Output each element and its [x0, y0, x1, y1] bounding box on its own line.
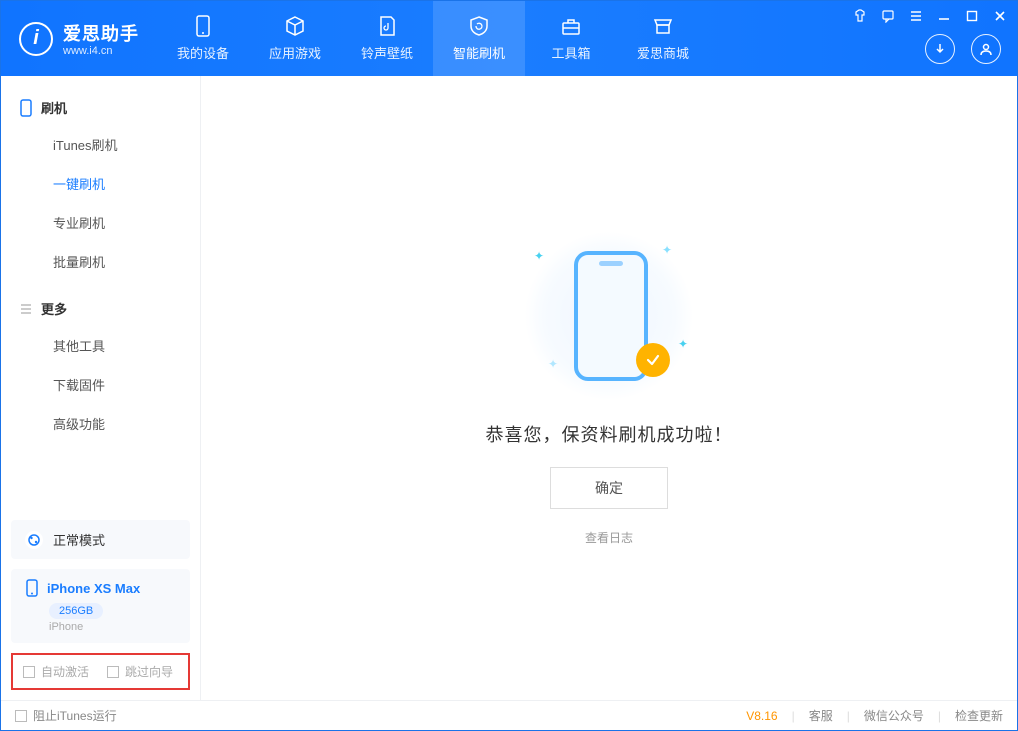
sparkle-icon: ✦	[534, 249, 544, 263]
main-nav: 我的设备 应用游戏 铃声壁纸 智能刷机 工具箱	[157, 1, 709, 76]
auto-activate-label: 自动激活	[41, 665, 89, 679]
music-file-icon	[376, 15, 398, 37]
mode-status-icon	[25, 531, 43, 549]
nav-apps-games[interactable]: 应用游戏	[249, 1, 341, 76]
view-log-link[interactable]: 查看日志	[585, 529, 633, 546]
app-name: 爱思助手	[63, 20, 139, 46]
device-phone-icon	[25, 579, 39, 597]
skin-icon[interactable]	[851, 7, 869, 25]
nav-label: 工具箱	[551, 43, 590, 62]
success-illustration: ✦ ✦ ✦ ✦	[524, 231, 694, 401]
sparkle-icon: ✦	[548, 357, 558, 371]
block-itunes-label: 阻止iTunes运行	[33, 709, 117, 723]
sidebar-item-download-firmware[interactable]: 下载固件	[1, 365, 200, 404]
wechat-link[interactable]: 微信公众号	[864, 707, 924, 724]
toolbox-icon	[560, 15, 582, 37]
device-type: iPhone	[49, 621, 176, 633]
nav-ringtones[interactable]: 铃声壁纸	[341, 1, 433, 76]
sparkle-icon: ✦	[662, 243, 672, 257]
device-name: iPhone XS Max	[47, 581, 140, 596]
feedback-icon[interactable]	[879, 7, 897, 25]
header-actions	[925, 34, 1001, 64]
support-link[interactable]: 客服	[809, 707, 833, 724]
nav-label: 智能刷机	[453, 43, 505, 62]
device-card[interactable]: iPhone XS Max 256GB iPhone	[11, 569, 190, 643]
download-button[interactable]	[925, 34, 955, 64]
auto-activate-checkbox[interactable]: 自动激活	[23, 663, 89, 680]
block-itunes-checkbox[interactable]: 阻止iTunes运行	[15, 707, 117, 724]
sidebar-item-oneclick-flash[interactable]: 一键刷机	[1, 164, 200, 203]
sidebar-item-itunes-flash[interactable]: iTunes刷机	[1, 125, 200, 164]
sidebar-group-flash: 刷机	[1, 90, 200, 125]
skip-guide-label: 跳过向导	[125, 665, 173, 679]
shield-refresh-icon	[468, 15, 490, 37]
nav-label: 铃声壁纸	[361, 43, 413, 62]
sidebar-item-batch-flash[interactable]: 批量刷机	[1, 242, 200, 281]
sidebar: 刷机 iTunes刷机 一键刷机 专业刷机 批量刷机 更多 其他工具 下载固件 …	[1, 76, 201, 700]
checkbox-icon	[15, 710, 27, 722]
flash-options-highlighted: 自动激活 跳过向导	[11, 653, 190, 690]
mode-label: 正常模式	[53, 530, 105, 549]
mode-card: 正常模式	[11, 520, 190, 559]
version-label: V8.16	[746, 709, 777, 723]
check-badge-icon	[636, 343, 670, 377]
nav-label: 应用游戏	[269, 43, 321, 62]
cube-icon	[284, 15, 306, 37]
window-controls	[851, 7, 1009, 25]
nav-smart-flash[interactable]: 智能刷机	[433, 1, 525, 76]
main-content: ✦ ✦ ✦ ✦ 恭喜您，保资料刷机成功啦！ 确定 查看日志	[201, 76, 1017, 700]
minimize-button[interactable]	[935, 7, 953, 25]
nav-toolbox[interactable]: 工具箱	[525, 1, 617, 76]
device-icon	[192, 15, 214, 37]
nav-label: 我的设备	[177, 43, 229, 62]
sidebar-item-advanced[interactable]: 高级功能	[1, 404, 200, 443]
app-url: www.i4.cn	[63, 46, 139, 57]
sidebar-item-other-tools[interactable]: 其他工具	[1, 326, 200, 365]
sidebar-item-pro-flash[interactable]: 专业刷机	[1, 203, 200, 242]
ok-button[interactable]: 确定	[550, 467, 668, 509]
sidebar-group-label: 更多	[41, 299, 67, 318]
list-icon	[19, 302, 33, 316]
user-button[interactable]	[971, 34, 1001, 64]
skip-guide-checkbox[interactable]: 跳过向导	[107, 663, 173, 680]
logo-mark-icon: i	[19, 22, 53, 56]
device-capacity-badge: 256GB	[49, 603, 103, 619]
logo: i 爱思助手 www.i4.cn	[1, 1, 157, 76]
phone-icon	[19, 99, 33, 117]
sparkle-icon: ✦	[678, 337, 688, 351]
checkbox-icon	[23, 666, 35, 678]
nav-store[interactable]: 爱思商城	[617, 1, 709, 76]
close-button[interactable]	[991, 7, 1009, 25]
sidebar-group-more: 更多	[1, 291, 200, 326]
nav-label: 爱思商城	[637, 43, 689, 62]
store-icon	[652, 15, 674, 37]
success-message: 恭喜您，保资料刷机成功啦！	[486, 421, 733, 447]
menu-icon[interactable]	[907, 7, 925, 25]
nav-my-device[interactable]: 我的设备	[157, 1, 249, 76]
maximize-button[interactable]	[963, 7, 981, 25]
checkbox-icon	[107, 666, 119, 678]
title-bar: i 爱思助手 www.i4.cn 我的设备 应用游戏 铃声壁纸	[1, 1, 1017, 76]
check-update-link[interactable]: 检查更新	[955, 707, 1003, 724]
status-bar: 阻止iTunes运行 V8.16 | 客服 | 微信公众号 | 检查更新	[1, 700, 1017, 730]
sidebar-group-label: 刷机	[41, 98, 67, 117]
